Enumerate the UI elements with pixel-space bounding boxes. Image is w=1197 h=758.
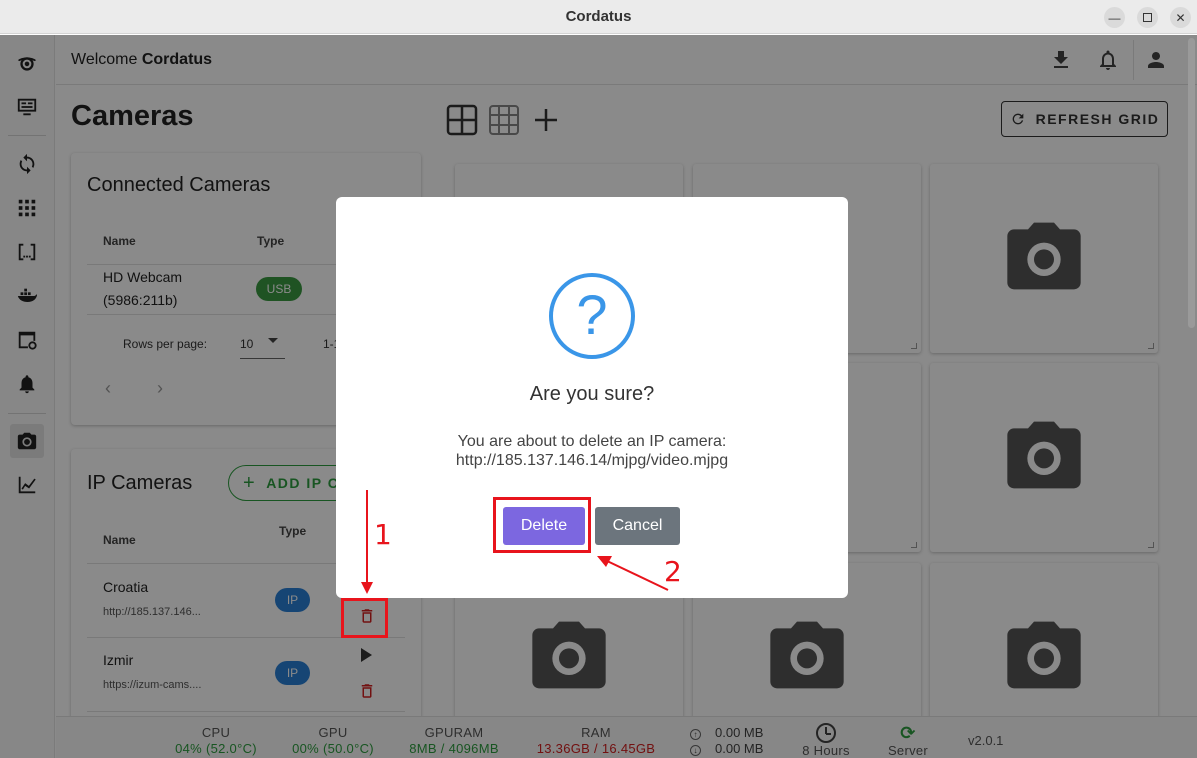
window-title: Cordatus (565, 8, 632, 25)
title-bar: Cordatus — ✕ (0, 0, 1197, 34)
svg-text:?: ? (576, 283, 607, 346)
dialog-message: You are about to delete an IP camera: ht… (455, 433, 729, 469)
cancel-button[interactable]: Cancel (595, 507, 680, 545)
annotation-step-2: 2 (664, 555, 682, 588)
scrollbar-thumb[interactable] (1188, 38, 1195, 328)
minimize-button[interactable]: — (1104, 7, 1125, 28)
dialog-title: Are you sure? (529, 383, 655, 405)
maximize-icon (1143, 13, 1152, 22)
question-icon: ? (548, 272, 636, 360)
annotation-highlight-trash (341, 598, 388, 638)
minimize-icon: — (1108, 10, 1121, 25)
annotation-highlight-delete (493, 497, 591, 553)
annotation-step-1: 1 (374, 518, 392, 551)
close-icon: ✕ (1175, 10, 1186, 25)
confirm-delete-dialog: ? Are you sure? You are about to delete … (336, 197, 848, 598)
maximize-button[interactable] (1137, 7, 1158, 28)
close-button[interactable]: ✕ (1170, 7, 1191, 28)
